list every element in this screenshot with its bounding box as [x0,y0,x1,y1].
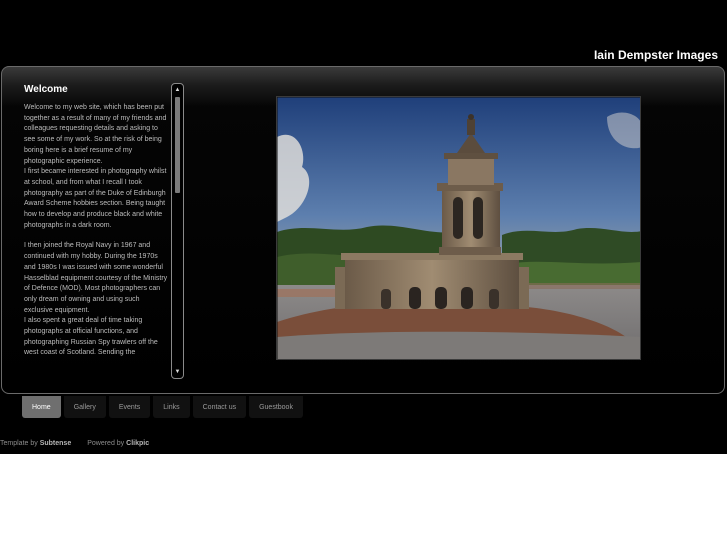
scroll-down-arrow-icon[interactable]: ▼ [172,367,183,377]
footer-powered-prefix: Powered by [87,440,125,447]
welcome-heading: Welcome [24,84,68,95]
footer-template-prefix: Template by [0,440,38,447]
scroll-thumb[interactable] [175,97,180,193]
nav-item-events[interactable]: Events [108,396,151,418]
scroll-up-arrow-icon[interactable]: ▲ [172,85,183,95]
nav-item-links[interactable]: Links [153,396,190,418]
main-panel: Welcome Welcome to my web site, which ha… [1,66,725,394]
nav-item-home[interactable]: Home [22,396,61,418]
main-navigation: Home Gallery Events Links Contact us Gue… [22,396,303,418]
welcome-text-panel: Welcome Welcome to my web site, which ha… [24,84,169,380]
nav-item-gallery[interactable]: Gallery [63,396,106,418]
nav-item-guestbook[interactable]: Guestbook [249,396,303,418]
tower-in-reservoir-photo [277,97,640,359]
featured-photo [276,96,641,360]
welcome-paragraph: Welcome to my web site, which has been p… [24,104,167,229]
welcome-body: Welcome to my web site, which has been p… [24,103,169,359]
site-title[interactable]: Iain Dempster Images [594,48,718,62]
text-scrollbar[interactable]: ▲ ▼ [171,83,184,379]
footer-template-credit: Template by Subtense [0,440,71,447]
footer-powered-by-link[interactable]: Clikpic [126,440,149,447]
footer-powered-credit: Powered by Clikpic [87,440,149,447]
footer: Template by Subtense Powered by Clikpic [0,440,149,447]
nav-item-contact-us[interactable]: Contact us [192,396,247,418]
welcome-paragraph: I then joined the Royal Navy in 1967 and… [24,242,168,357]
footer-template-author-link[interactable]: Subtense [40,440,72,447]
